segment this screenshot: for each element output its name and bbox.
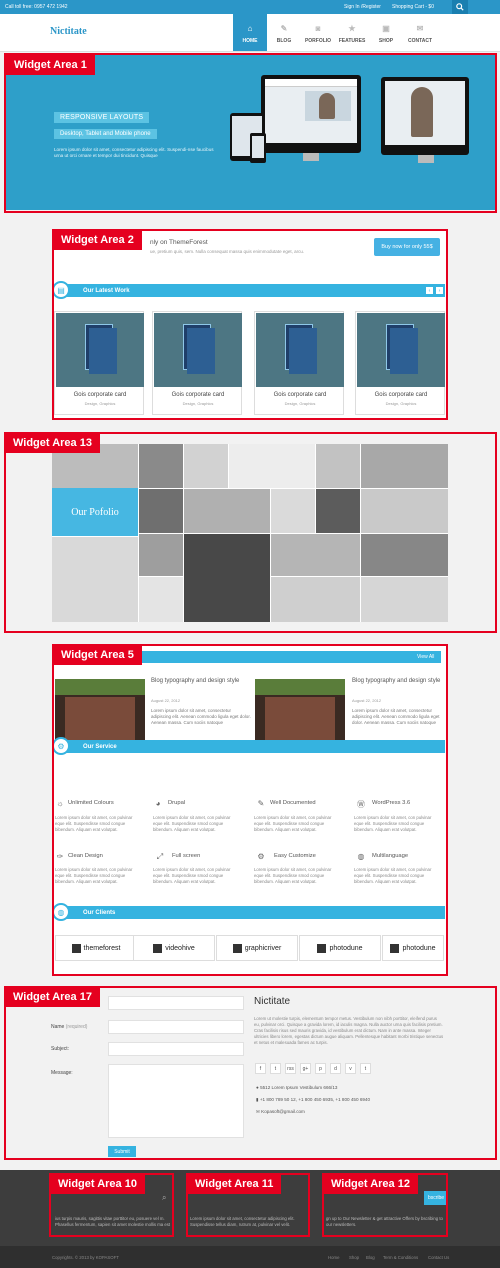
- bottom-bar: Copyrights. © 2013 by KOPASOFT Home Shop…: [0, 1246, 500, 1268]
- nav-portfolio[interactable]: ◙ PORFOLIO: [301, 14, 335, 51]
- search-icon: [456, 3, 464, 11]
- site-logo[interactable]: Nictitate: [50, 26, 87, 37]
- nav-contact[interactable]: ✉ CONTACT: [403, 14, 437, 51]
- footer-link-home[interactable]: Home: [328, 1255, 339, 1260]
- site-header: Nictitate ⌂ HOME ✎ BLOG ◙ PORFOLIO ★ FEATURE…: [0, 14, 500, 52]
- mail-icon: ✉: [416, 24, 424, 33]
- widget-area-5-frame: [52, 644, 448, 976]
- widget-area-label: Widget Area 12: [323, 1174, 418, 1194]
- nav-blog[interactable]: ✎ BLOG: [267, 14, 301, 51]
- widget-area-2-frame: [52, 229, 448, 420]
- nav-label: FEATURES: [338, 38, 366, 44]
- toll-free-text: Call toll free: 0957 472 1942: [5, 4, 68, 10]
- copyright: Copyrights. © 2013 by KOPASOFT: [52, 1255, 119, 1260]
- top-bar: Call toll free: 0957 472 1942 Sign In /R…: [0, 0, 500, 14]
- star-icon: ★: [348, 24, 356, 33]
- footer-link-shop[interactable]: Shop: [349, 1255, 359, 1260]
- nav-features[interactable]: ★ FEATURES: [335, 14, 369, 51]
- footer-link-contact[interactable]: Contact Us: [428, 1255, 449, 1260]
- widget-area-label: Widget Area 11: [187, 1174, 282, 1194]
- nav-home[interactable]: ⌂ HOME: [233, 14, 267, 51]
- widget-area-label: Widget Area 17: [5, 987, 100, 1007]
- signin-link[interactable]: Sign In /Register: [344, 4, 381, 10]
- widget-area-13-frame: [4, 432, 497, 633]
- footer-link-terms[interactable]: Term & Conditions: [383, 1255, 418, 1260]
- widget-area-label: Widget Area 2: [53, 230, 142, 250]
- nav-label: PORFOLIO: [304, 38, 332, 44]
- widget-area-label: Widget Area 5: [53, 645, 142, 665]
- camera-icon: ◙: [315, 24, 321, 33]
- nav-label: HOME: [242, 38, 258, 44]
- nav-label: SHOP: [378, 38, 394, 44]
- nav-shop[interactable]: ▣ SHOP: [369, 14, 403, 51]
- widget-area-label: Widget Area 13: [5, 433, 100, 453]
- widget-area-17-frame: [4, 986, 497, 1160]
- nav-label: BLOG: [276, 38, 292, 44]
- gift-icon: ▣: [382, 24, 390, 33]
- footer-link-blog[interactable]: Blog: [366, 1255, 375, 1260]
- search-button[interactable]: [452, 0, 468, 14]
- widget-area-label: Widget Area 10: [50, 1174, 145, 1194]
- widget-area-1-frame: [4, 53, 497, 213]
- main-nav: ⌂ HOME ✎ BLOG ◙ PORFOLIO ★ FEATURES ▣ SHOP ✉ C…: [233, 14, 437, 51]
- home-icon: ⌂: [247, 24, 253, 33]
- widget-area-label: Widget Area 1: [6, 55, 95, 75]
- nav-label: CONTACT: [407, 38, 433, 44]
- pencil-icon: ✎: [280, 24, 288, 33]
- cart-link[interactable]: Shopping Cart - $0: [392, 4, 434, 10]
